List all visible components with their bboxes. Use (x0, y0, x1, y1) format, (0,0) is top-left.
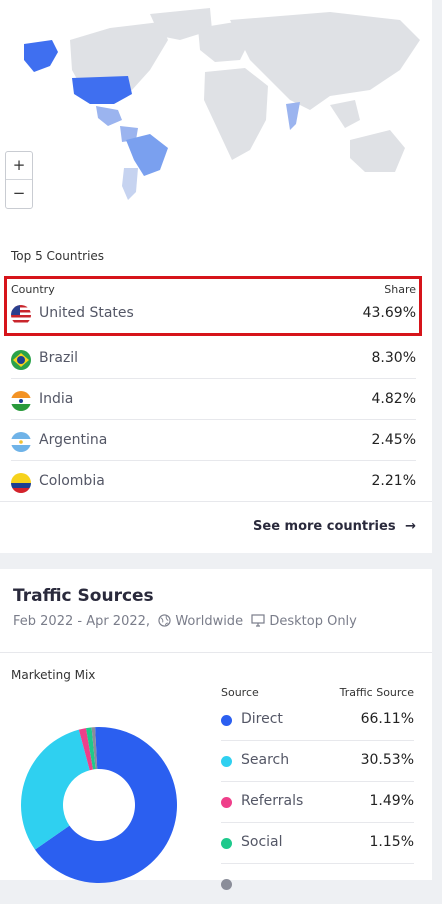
source-share: 1.49% (369, 793, 414, 809)
country-share: 8.30% (371, 350, 416, 366)
zoom-out-button[interactable]: − (6, 179, 32, 207)
see-more-label[interactable]: See more countries (253, 519, 396, 534)
desktop-icon (251, 614, 265, 627)
source-name: Social (241, 834, 283, 850)
country-row-argentina[interactable]: Argentina 2.45% (11, 420, 416, 461)
top-countries-title: Top 5 Countries (11, 249, 105, 263)
world-map[interactable] (0, 0, 432, 215)
map-zoom-controls: + − (5, 151, 33, 209)
source-name: Direct (241, 711, 283, 727)
region-label: Worldwide (175, 614, 244, 629)
country-row-brazil[interactable]: Brazil 8.30% (11, 338, 416, 379)
divider (0, 652, 432, 653)
country-row-colombia[interactable]: Colombia 2.21% (11, 461, 416, 501)
donut-slices (21, 727, 178, 883)
see-more-countries-link[interactable]: See more countries → (253, 519, 416, 534)
traffic-sources-subtitle: Feb 2022 - Apr 2022, Worldwide Desktop O… (13, 614, 357, 629)
source-name: Search (241, 752, 290, 768)
country-name[interactable]: India (39, 391, 73, 407)
country-share: 2.21% (371, 473, 416, 489)
referrals-color-dot (221, 797, 232, 808)
partial-color-dot (221, 879, 232, 890)
country-share: 2.45% (371, 432, 416, 448)
source-share: 30.53% (360, 752, 414, 768)
source-row-direct[interactable]: Direct 66.11% (221, 700, 414, 741)
source-row-referrals[interactable]: Referrals 1.49% (221, 782, 414, 823)
source-column-header: Source (221, 686, 259, 699)
social-color-dot (221, 838, 232, 849)
highlight-box (4, 276, 422, 336)
marketing-mix-label: Marketing Mix (11, 668, 96, 682)
colombia-flag-icon (11, 473, 31, 493)
device-label: Desktop Only (269, 614, 357, 629)
country-name[interactable]: Brazil (39, 350, 78, 366)
divider (0, 501, 432, 502)
source-name: Referrals (241, 793, 304, 809)
traffic-sources-title: Traffic Sources (13, 586, 154, 606)
country-share: 4.82% (371, 391, 416, 407)
source-row-social[interactable]: Social 1.15% (221, 823, 414, 864)
source-share: 66.11% (360, 711, 414, 727)
marketing-mix-donut-chart[interactable] (19, 725, 179, 885)
geography-card: + − Top 5 Countries Country Share United… (0, 0, 432, 553)
globe-icon (158, 614, 171, 627)
country-name[interactable]: Argentina (39, 432, 107, 448)
arrow-right-icon: → (405, 519, 416, 534)
source-share: 1.15% (369, 834, 414, 850)
date-range: Feb 2022 - Apr 2022, (13, 614, 151, 629)
zoom-in-button[interactable]: + (6, 152, 32, 179)
search-color-dot (221, 756, 232, 767)
country-name[interactable]: Colombia (39, 473, 105, 489)
direct-color-dot (221, 715, 232, 726)
argentina-flag-icon (11, 432, 31, 452)
country-row-india[interactable]: India 4.82% (11, 379, 416, 420)
traffic-source-column-header: Traffic Source (339, 686, 414, 699)
source-row-search[interactable]: Search 30.53% (221, 741, 414, 782)
india-flag-icon (11, 391, 31, 411)
brazil-flag-icon (11, 350, 31, 370)
donut-slice-search[interactable] (21, 729, 90, 850)
source-row-partial (221, 864, 414, 904)
